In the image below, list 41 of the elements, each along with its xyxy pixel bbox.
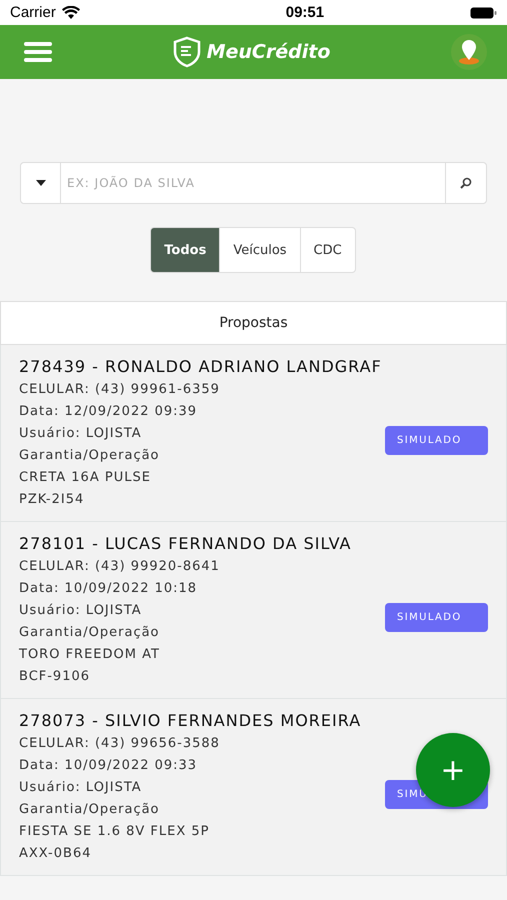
status-badge: SIMULADO xyxy=(385,426,488,454)
battery-icon xyxy=(470,6,497,18)
search-icon xyxy=(460,177,472,189)
list-title: Propostas xyxy=(0,301,507,345)
proposal-title: 278073 - SILVIO FERNANDES MOREIRA xyxy=(19,711,362,730)
carrier-label: Carrier xyxy=(10,4,56,21)
wifi-icon xyxy=(62,6,80,19)
proposal-title: 278101 - LUCAS FERNANDO DA SILVA xyxy=(19,534,352,553)
plate-text: AXX-0B64 xyxy=(19,845,92,863)
user-text: Usuário: LOJISTA xyxy=(19,602,143,620)
filter-tab[interactable]: Todos xyxy=(150,227,220,273)
caret-icon xyxy=(36,180,46,186)
profile-avatar[interactable] xyxy=(451,34,487,70)
filter-tab[interactable]: CDC xyxy=(300,227,356,273)
shield-logo-icon xyxy=(172,36,201,68)
phone-text: CELULAR: (43) 99961-6359 xyxy=(19,381,221,399)
menu-icon[interactable] xyxy=(24,41,52,63)
app-logo-text: MeuCrédito xyxy=(206,41,330,63)
status-badge: SIMULADO xyxy=(385,602,488,632)
vehicle-text: CRETA 16A PULSE xyxy=(19,469,152,487)
date-text: Data: 10/09/2022 10:18 xyxy=(19,580,198,598)
plate-text: BCF-9106 xyxy=(19,668,92,686)
filter-tab[interactable]: Veículos xyxy=(219,227,301,273)
proposal-card[interactable]: 278439 - RONALDO ADRIANO LANDGRAF CELULAR: (43) 99961-6359 Data: 12/09/2022 09:39 Usuário: LOJISTA Garantia/Operação CRETA 16A PULSE PZK-2I54 SIMULADO xyxy=(0,345,507,522)
pin-icon xyxy=(458,39,480,65)
vehicle-text: TORO FREEDOM AT xyxy=(19,646,161,664)
phone-text: CELULAR: (43) 99656-3588 xyxy=(19,735,221,753)
operation-text: Garantia/Operação xyxy=(19,801,161,819)
user-text: Usuário: LOJISTA xyxy=(19,779,143,797)
phone-text: CELULAR: (43) 99920-8641 xyxy=(19,558,221,576)
search-bar[interactable]: EX: JOÃO DA SILVA xyxy=(20,162,487,204)
plate-text: PZK-2I54 xyxy=(19,491,86,509)
date-text: Data: 10/09/2022 09:33 xyxy=(19,757,198,775)
clock-time: 09:51 xyxy=(286,4,324,21)
date-text: Data: 12/09/2022 09:39 xyxy=(19,403,198,421)
user-text: Usuário: LOJISTA xyxy=(19,425,143,443)
proposal-title: 278439 - RONALDO ADRIANO LANDGRAF xyxy=(19,357,382,376)
operation-text: Garantia/Operação xyxy=(19,447,161,465)
operation-text: Garantia/Operação xyxy=(19,624,161,642)
proposal-card[interactable]: 278101 - LUCAS FERNANDO DA SILVA CELULAR: (43) 99920-8641 Data: 10/09/2022 10:18 Usuário: LOJISTA Garantia/Operação TORO FREEDOM AT BCF-9106 SIMULADO xyxy=(0,522,507,699)
vehicle-text: FIESTA SE 1.6 8V FLEX 5P xyxy=(19,823,211,841)
